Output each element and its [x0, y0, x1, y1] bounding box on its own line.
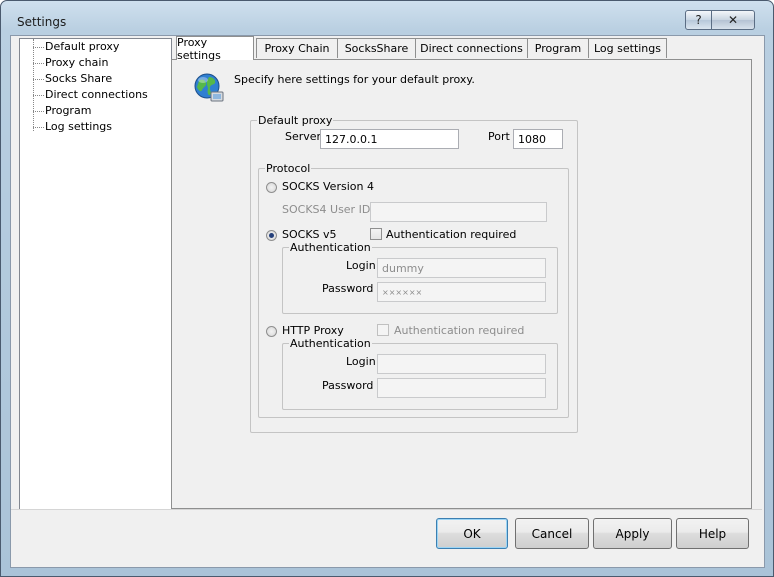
tree-branch: [33, 63, 44, 64]
tree-branch: [33, 47, 44, 48]
help-icon: ?: [695, 13, 702, 27]
server-input[interactable]: 127.0.0.1: [320, 129, 459, 149]
socks5-auth-label: Authentication required: [386, 228, 517, 241]
tab-program[interactable]: Program: [527, 38, 589, 58]
tab-label: Proxy settings: [177, 35, 221, 62]
cancel-button[interactable]: Cancel: [515, 518, 589, 549]
socks4-userid-label: SOCKS4 User ID: [282, 203, 371, 216]
tab-label: Log settings: [593, 42, 661, 55]
tree-item-label: Default proxy: [45, 40, 120, 53]
socks4-label: SOCKS Version 4: [282, 180, 374, 193]
socks5-auth-checkbox[interactable]: [370, 228, 382, 240]
tree-item-log-settings[interactable]: Log settings: [20, 120, 170, 136]
http-password-label: Password: [322, 379, 374, 392]
ok-button-label: OK: [463, 526, 481, 541]
bottom-separator: [11, 509, 762, 510]
http-login-label: Login: [346, 355, 376, 368]
server-label: Server: [285, 130, 322, 143]
tab-proxy-chain[interactable]: Proxy Chain: [256, 38, 338, 58]
socks5-password-input[interactable]: ××××××: [377, 282, 546, 302]
globe-network-icon: [193, 72, 225, 104]
http-proxy-radio[interactable]: [266, 326, 277, 337]
tab-direct-connections[interactable]: Direct connections: [415, 38, 528, 58]
close-icon: ✕: [727, 13, 739, 27]
tree-item-label: Direct connections: [45, 88, 148, 101]
tab-label: SocksShare: [344, 42, 409, 55]
window-title: Settings: [17, 15, 67, 29]
tree-branch: [33, 111, 44, 112]
tree-item-default-proxy[interactable]: Default proxy: [20, 40, 170, 56]
tree-item-socks-share[interactable]: Socks Share: [20, 72, 170, 88]
http-auth-legend: Authentication: [289, 337, 372, 350]
socks4-radio[interactable]: [266, 182, 277, 193]
socks5-login-label: Login: [346, 259, 376, 272]
help-button-label: Help: [698, 526, 727, 541]
tab-label: Direct connections: [420, 42, 523, 55]
ok-button[interactable]: OK: [436, 518, 508, 549]
tab-proxy-settings[interactable]: Proxy settings: [176, 35, 254, 62]
socks5-password-label: Password: [322, 282, 374, 295]
tab-log-settings[interactable]: Log settings: [588, 38, 667, 58]
port-label: Port: [488, 130, 510, 143]
http-auth-label: Authentication required: [394, 324, 525, 337]
socks5-login-input[interactable]: dummy: [377, 258, 546, 278]
settings-tree[interactable]: Default proxy Proxy chain Socks Share Di…: [19, 38, 172, 510]
apply-button-label: Apply: [615, 526, 650, 541]
http-login-input[interactable]: [377, 354, 546, 374]
help-title-button[interactable]: ?: [685, 10, 712, 30]
cancel-button-label: Cancel: [531, 526, 573, 541]
tree-item-label: Program: [45, 104, 92, 117]
tree-item-label: Log settings: [45, 120, 113, 133]
socks5-radio[interactable]: [266, 230, 277, 241]
tree-item-direct-connections[interactable]: Direct connections: [20, 88, 170, 104]
socks5-auth-legend: Authentication: [289, 241, 372, 254]
protocol-legend: Protocol: [265, 162, 312, 175]
title-bar[interactable]: Settings ? ✕: [0, 0, 772, 38]
tab-socksshare[interactable]: SocksShare: [337, 38, 416, 58]
http-auth-checkbox[interactable]: [377, 324, 389, 336]
default-proxy-legend: Default proxy: [257, 114, 334, 127]
help-button[interactable]: Help: [676, 518, 749, 549]
tree-item-label: Proxy chain: [45, 56, 109, 69]
http-password-input[interactable]: [377, 378, 546, 398]
tab-label: Proxy Chain: [264, 42, 330, 55]
socks4-userid-input[interactable]: [370, 202, 547, 222]
tree-item-program[interactable]: Program: [20, 104, 170, 120]
apply-button[interactable]: Apply: [593, 518, 672, 549]
tree-branch: [33, 79, 44, 80]
tree-branch: [33, 127, 44, 128]
socks5-label: SOCKS v5: [282, 228, 337, 241]
port-input[interactable]: 1080: [513, 129, 563, 149]
close-button[interactable]: ✕: [711, 10, 755, 30]
http-proxy-label: HTTP Proxy: [282, 324, 344, 337]
tree-item-label: Socks Share: [45, 72, 113, 85]
tab-label: Program: [534, 42, 582, 55]
header-text: Specify here settings for your default p…: [234, 73, 475, 86]
tree-item-proxy-chain[interactable]: Proxy chain: [20, 56, 170, 72]
tree-branch: [33, 95, 44, 96]
